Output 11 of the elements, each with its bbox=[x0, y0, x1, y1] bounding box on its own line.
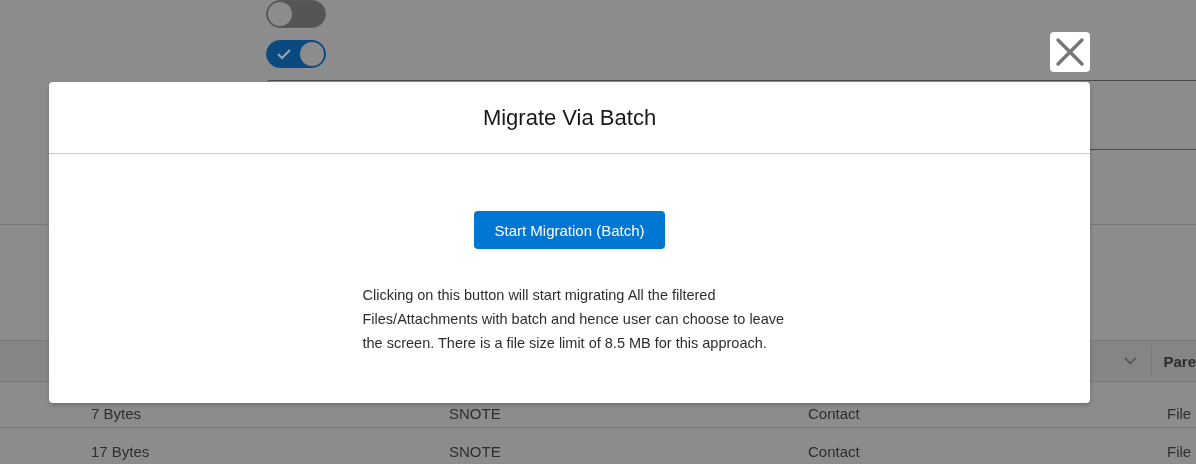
table-cell-text: Contact bbox=[808, 405, 861, 422]
column-header: Pare bbox=[1163, 352, 1196, 370]
table-cell-text: Contact bbox=[808, 443, 861, 460]
table-cell-text: SNOTE bbox=[449, 405, 502, 422]
table-cell-text: SNOTE bbox=[449, 443, 502, 460]
table-cell-text: File bbox=[1167, 443, 1193, 460]
table-cell-text: File bbox=[1167, 405, 1193, 422]
description-text: Clicking on this button will start migrating All the filtered Files/Attachments with batch and hence user can choose to leave the screen. There is a file size limit of 8.5 MB for this approach. bbox=[362, 286, 786, 353]
table-cell-text: 17 Bytes bbox=[91, 443, 151, 460]
modal-title: Migrate Via Batch bbox=[482, 104, 657, 131]
table-cell-text: 7 Bytes bbox=[91, 405, 143, 422]
